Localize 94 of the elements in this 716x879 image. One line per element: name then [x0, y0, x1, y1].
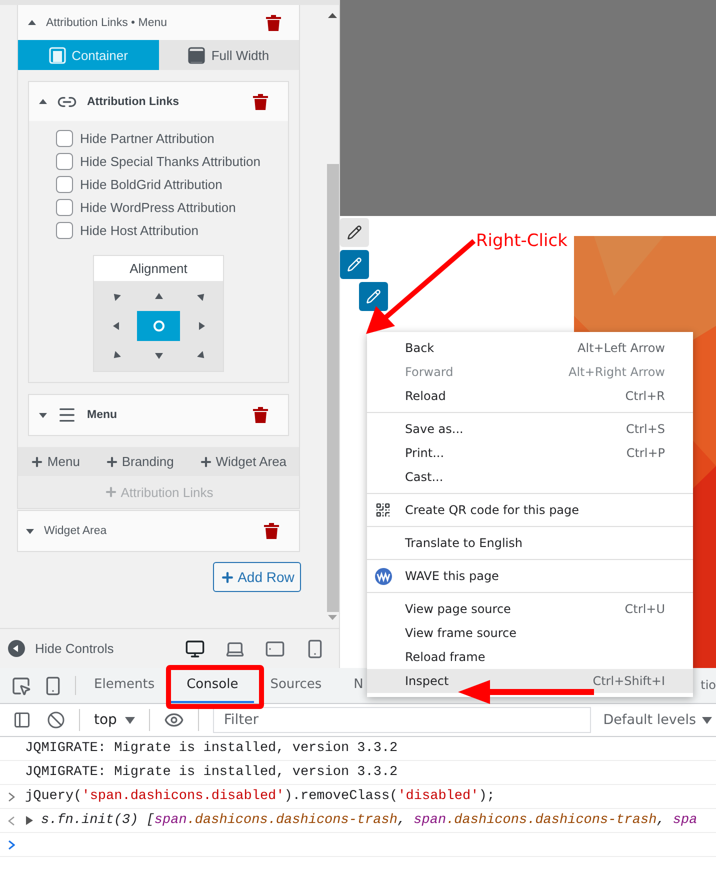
scroll-up-icon[interactable] — [328, 13, 337, 18]
wave-icon — [375, 568, 392, 585]
qr-code-icon — [375, 502, 391, 518]
menu-item[interactable]: Print... Ctrl+P — [367, 441, 693, 465]
width-option-tab[interactable]: Full Width — [158, 40, 299, 70]
levels-select[interactable]: Default levels — [599, 712, 716, 728]
shortcut-label: Ctrl+R — [625, 389, 665, 403]
annotation-label: Right-Click — [476, 231, 568, 251]
menu-item[interactable]: Back Alt+Left Arrow — [367, 336, 693, 360]
menu-item[interactable]: Reload Ctrl+R — [367, 384, 693, 408]
arrow-icon — [154, 352, 162, 360]
add-module-button[interactable]: Menu — [18, 447, 92, 476]
trash-icon[interactable] — [253, 407, 268, 423]
desktop-preview-button[interactable] — [185, 638, 205, 658]
trash-icon[interactable] — [253, 94, 268, 110]
trash-icon[interactable] — [264, 523, 279, 539]
devtools-tab[interactable]: Elements — [78, 668, 171, 703]
clear-console-icon[interactable] — [47, 711, 65, 729]
inspect-element-icon[interactable] — [11, 676, 31, 696]
menu-item[interactable]: View page source Ctrl+U — [367, 597, 693, 621]
shortcut-label: Alt+Left Arrow — [578, 341, 665, 355]
filter-field[interactable]: Filter — [212, 707, 592, 733]
tablet-preview-button[interactable] — [265, 638, 285, 658]
edit-button[interactable] — [340, 250, 369, 279]
menu-item[interactable]: Translate to English — [367, 531, 693, 555]
row-title: Attribution Links • Menu — [46, 16, 168, 28]
caret-icon[interactable] — [39, 412, 47, 418]
checkbox[interactable] — [56, 176, 73, 193]
shortcut-label: Ctrl+U — [624, 602, 665, 616]
checkbox[interactable] — [56, 222, 73, 239]
add-module-button[interactable]: Branding — [92, 447, 186, 476]
dropdown-icon — [702, 716, 712, 724]
checkbox-label: Hide Special Thanks Attribution — [80, 154, 260, 169]
shortcut-label: Alt+Right Arrow — [568, 365, 665, 379]
full-width-icon — [188, 46, 206, 64]
context-select[interactable]: top — [86, 712, 143, 728]
devtools-tab[interactable]: Sources — [254, 668, 338, 703]
prompt-icon — [8, 840, 15, 850]
caret-icon[interactable] — [28, 20, 36, 25]
prompt-icon — [8, 792, 15, 802]
plus-icon — [104, 454, 119, 468]
row-title: Widget Area — [44, 525, 108, 537]
menu-item[interactable]: Reload frame — [367, 645, 693, 669]
checkbox-label: Hide WordPress Attribution — [80, 200, 236, 215]
trash-icon[interactable] — [266, 14, 281, 30]
menu-item[interactable]: Inspect Ctrl+Shift+I — [367, 669, 693, 693]
plus-icon — [30, 454, 44, 468]
devtools-tab[interactable]: tio — [700, 668, 716, 703]
console-message: JQMIGRATE: Migrate is installed, version 3.3.2 — [25, 765, 398, 780]
caret-icon[interactable] — [39, 99, 47, 104]
menu-item[interactable]: Save as... Ctrl+S — [367, 417, 693, 441]
back-icon — [8, 640, 25, 657]
pencil-icon — [366, 289, 381, 304]
alignment-option[interactable] — [137, 311, 180, 341]
devtools-tab[interactable]: Console — [170, 668, 254, 703]
arrow-icon — [112, 322, 120, 330]
add-row-button[interactable]: Add Row — [213, 562, 301, 592]
console-result: s.fn.init(3) [span.dashicons.dashicons-trash, span.dashicons.dashicons-trash, spa — [41, 813, 698, 828]
menu-item[interactable]: WAVE this page — [367, 564, 693, 588]
sidebar-icon[interactable] — [13, 711, 31, 729]
checkbox-label: Hide Host Attribution — [80, 223, 199, 238]
pencil-icon — [347, 257, 362, 272]
edit-button[interactable] — [340, 218, 369, 247]
add-module-button[interactable]: Widget Area — [186, 447, 299, 476]
plus-icon — [220, 570, 235, 584]
container-icon — [48, 46, 66, 64]
console-message: JQMIGRATE: Migrate is installed, version 3.3.2 — [25, 741, 398, 756]
card-title: Attribution Links — [87, 96, 180, 108]
menu-item[interactable]: Create QR code for this page — [367, 498, 693, 522]
checkbox-label: Hide BoldGrid Attribution — [80, 177, 222, 192]
card-title: Menu — [87, 409, 118, 421]
result-icon — [8, 816, 15, 826]
shortcut-label: Ctrl+S — [626, 422, 665, 436]
checkbox-label: Hide Partner Attribution — [80, 131, 214, 146]
console-command: jQuery('span.dashicons.disabled').removeClass('disabled'); — [25, 789, 495, 804]
checkbox[interactable] — [56, 199, 73, 216]
hide-controls-button[interactable]: Hide Controls — [8, 640, 114, 657]
dropdown-icon — [124, 716, 135, 724]
menu-item[interactable]: Cast... — [367, 465, 693, 489]
circle-icon — [152, 320, 164, 332]
edit-button[interactable] — [359, 282, 388, 311]
arrow-icon — [154, 292, 162, 300]
checkbox[interactable] — [56, 153, 73, 170]
arrow-icon — [198, 322, 206, 330]
alignment-title: Alignment — [94, 256, 223, 281]
plus-icon — [198, 454, 213, 468]
expand-icon[interactable] — [25, 816, 35, 825]
menu-item[interactable]: View frame source — [367, 621, 693, 645]
pencil-icon — [347, 225, 362, 240]
plus-icon — [104, 485, 118, 499]
checkbox[interactable] — [56, 130, 73, 147]
shortcut-label: Ctrl+Shift+I — [592, 674, 665, 688]
shortcut-label: Ctrl+P — [626, 446, 665, 460]
caret-icon[interactable] — [26, 528, 34, 534]
